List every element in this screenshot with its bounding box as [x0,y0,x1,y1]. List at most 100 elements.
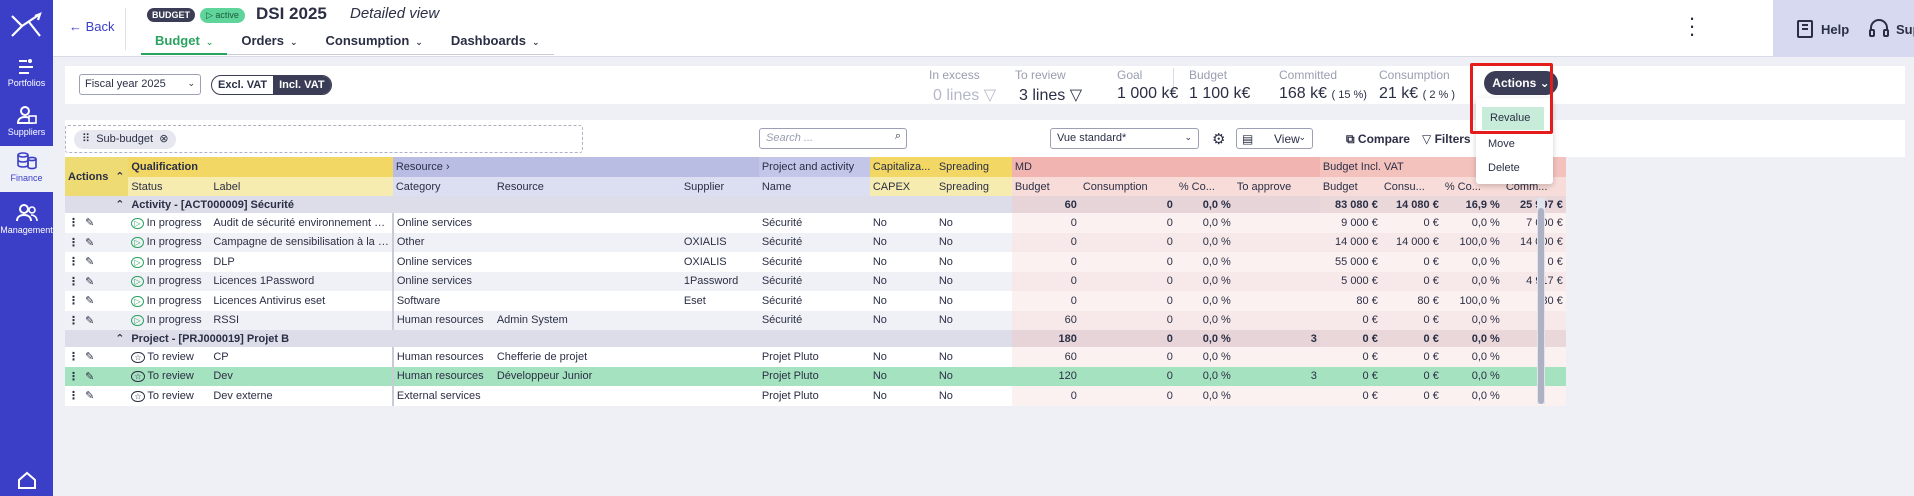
more-vertical-icon[interactable]: ⋮ [68,295,79,307]
edit-icon[interactable]: ✎ [85,217,94,229]
col-md-consumption[interactable]: Consumption [1079,177,1176,196]
tab-dashboards[interactable]: Dashboards ⌄ [437,33,554,55]
edit-icon[interactable]: ✎ [85,315,94,327]
more-vertical-icon[interactable]: ⋮ [68,256,79,268]
col-md-budget[interactable]: Budget [1011,177,1080,196]
table-row[interactable]: ⋮ ✎ ☆ To review Dev externe External servic… [65,386,1566,406]
group-row[interactable]: ⌃ Activity - [ACT000009] Sécurité 60 0 0,0 %… [65,196,1566,213]
col-capex[interactable]: CAPEX [869,177,936,196]
cell-md-cons: 0 [1079,252,1176,272]
table-row[interactable]: ⋮ ✎ ▷ In progress Audit de sécurité enviro… [65,213,1566,233]
fiscal-year-select[interactable]: Fiscal year 2025 ⌄ [79,74,201,95]
edit-icon[interactable]: ✎ [85,371,94,383]
table-scrollbar[interactable] [1537,198,1545,404]
cell-md-cons: 0 [1079,232,1176,252]
table-row[interactable]: ⋮ ✎ ▷ In progress Campagne de sensibilisat… [65,232,1566,252]
row-status: ▷ In progress [128,271,211,291]
group-md-budget: 180 [1011,330,1080,347]
more-vertical-icon[interactable]: ⋮ [68,351,79,363]
scrollbar-thumb[interactable] [1538,208,1544,404]
vat-incl-option[interactable]: Incl. VAT [273,76,331,94]
more-vertical-icon[interactable]: ⋮ [68,371,79,383]
col-supplier[interactable]: Supplier [680,177,759,196]
tab-orders[interactable]: Orders ⌄ [227,33,311,55]
resource-header[interactable]: Resource › [392,157,759,177]
cell-md-cons: 0 [1079,386,1176,406]
edit-icon[interactable]: ✎ [85,351,94,363]
vat-toggle: Excl. VAT Incl. VAT [211,75,332,95]
edit-icon[interactable]: ✎ [85,276,94,288]
view-button[interactable]: ▤ View ⌄ [1236,128,1313,149]
sidebar-item-finance[interactable]: Finance [0,146,53,192]
edit-icon[interactable]: ✎ [85,390,94,402]
cell-md-appr [1233,213,1320,233]
app-logo[interactable] [9,10,43,43]
row-status: ☆ To review [128,386,211,406]
col-consumption[interactable]: Consu... [1380,177,1442,196]
col-to-approve[interactable]: To approve [1233,177,1320,196]
help-button[interactable]: Help [1795,19,1849,39]
review-status-icon: ☆ [131,371,145,383]
more-vertical-icon[interactable]: ⋮ [68,315,79,327]
drag-handle-icon[interactable]: ⠿ [82,133,90,145]
tab-budget[interactable]: Budget ⌄ [141,33,228,55]
more-vertical-icon[interactable]: ⋮ [68,237,79,249]
remove-chip-icon[interactable]: ⊗ [159,133,168,145]
col-label[interactable]: Label [210,177,393,196]
edit-icon[interactable]: ✎ [85,295,94,307]
menu-item-delete[interactable]: Delete [1476,157,1553,180]
table-row[interactable]: ⋮ ✎ ▷ In progress Licences 1Password Online… [65,271,1566,291]
group-title: Project - [PRJ000019] Projet B [128,330,1012,347]
more-vertical-icon[interactable]: ⋮ [68,276,79,288]
cell-supplier: OXIALIS [680,252,759,272]
view-select[interactable]: Vue standard* ⌄ [1050,128,1199,149]
menu-item-move[interactable]: Move [1476,133,1553,156]
gear-icon[interactable]: ⚙ [1212,130,1225,148]
cell-spreading: No [935,310,1012,330]
cell-md-budget: 0 [1011,271,1080,291]
col-spreading[interactable]: Spreading [935,177,1012,196]
col-resource[interactable]: Resource [493,177,681,196]
sub-budget-chip[interactable]: ⠿ Sub-budget ⊗ [74,130,177,149]
sidebar-item-portfolios[interactable]: Portfolios [0,55,53,97]
sidebar-item-home[interactable] [0,470,53,494]
table-row[interactable]: ⋮ ✎ ▷ In progress Licences Antivirus eset S… [65,291,1566,311]
collapse-group-icon[interactable]: ⌃ [111,330,129,347]
page-title: DSI 2025 [256,4,327,23]
search-input[interactable]: Search ... ⌕ [759,128,907,149]
table-row[interactable]: ⋮ ✎ ☆ To review CP Human resources Chefferie… [65,347,1566,367]
col-name[interactable]: Name [758,177,870,196]
more-vertical-icon[interactable]: ⋮ [68,390,79,402]
actions-button[interactable]: Actions ⌄ [1484,71,1558,95]
cell-b-comm: 80 € [1502,291,1566,311]
col-budget[interactable]: Budget [1319,177,1381,196]
table-row[interactable]: ⋮ ✎ ☆ To review Dev Human resources Développ… [65,366,1566,386]
tab-consumption[interactable]: Consumption ⌄ [312,33,437,55]
support-button[interactable]: Support [1868,19,1914,39]
finance-icon [16,152,37,170]
more-options-icon[interactable]: · · · [1688,7,1696,45]
sidebar-item-suppliers[interactable]: Suppliers [0,102,53,144]
collapse-all-icon[interactable]: ⌃ [111,157,129,196]
grouping-dropzone[interactable]: ⠿ Sub-budget ⊗ [65,125,583,153]
filters-button[interactable]: ▽ Filters [1422,132,1471,146]
col-status[interactable]: Status [128,177,211,196]
group-b-comm: 25 997 € [1502,196,1566,213]
col-category[interactable]: Category [392,177,494,196]
edit-icon[interactable]: ✎ [85,237,94,249]
collapse-group-icon[interactable]: ⌃ [111,196,129,213]
menu-item-revalue[interactable]: Revalue [1482,107,1544,130]
compare-button[interactable]: ⧉ Compare [1346,132,1410,147]
back-link[interactable]: ← Back [69,19,115,34]
sidebar-item-management[interactable]: Management [0,200,53,242]
cell-md-appr [1233,347,1320,367]
more-vertical-icon[interactable]: ⋮ [68,217,79,229]
edit-icon[interactable]: ✎ [85,256,94,268]
vat-excl-option[interactable]: Excl. VAT [212,76,273,94]
table-row[interactable]: ⋮ ✎ ▷ In progress RSSI Human resources Admin… [65,310,1566,330]
group-row[interactable]: ⌃ Project - [PRJ000019] Projet B 180 0 0,0 %… [65,330,1566,347]
search-icon[interactable]: ⌕ [895,130,901,143]
table-row[interactable]: ⋮ ✎ ▷ In progress DLP Online services OXIALI… [65,252,1566,272]
col-md-percent[interactable]: % Co... [1175,177,1234,196]
cell-resource [493,291,681,311]
